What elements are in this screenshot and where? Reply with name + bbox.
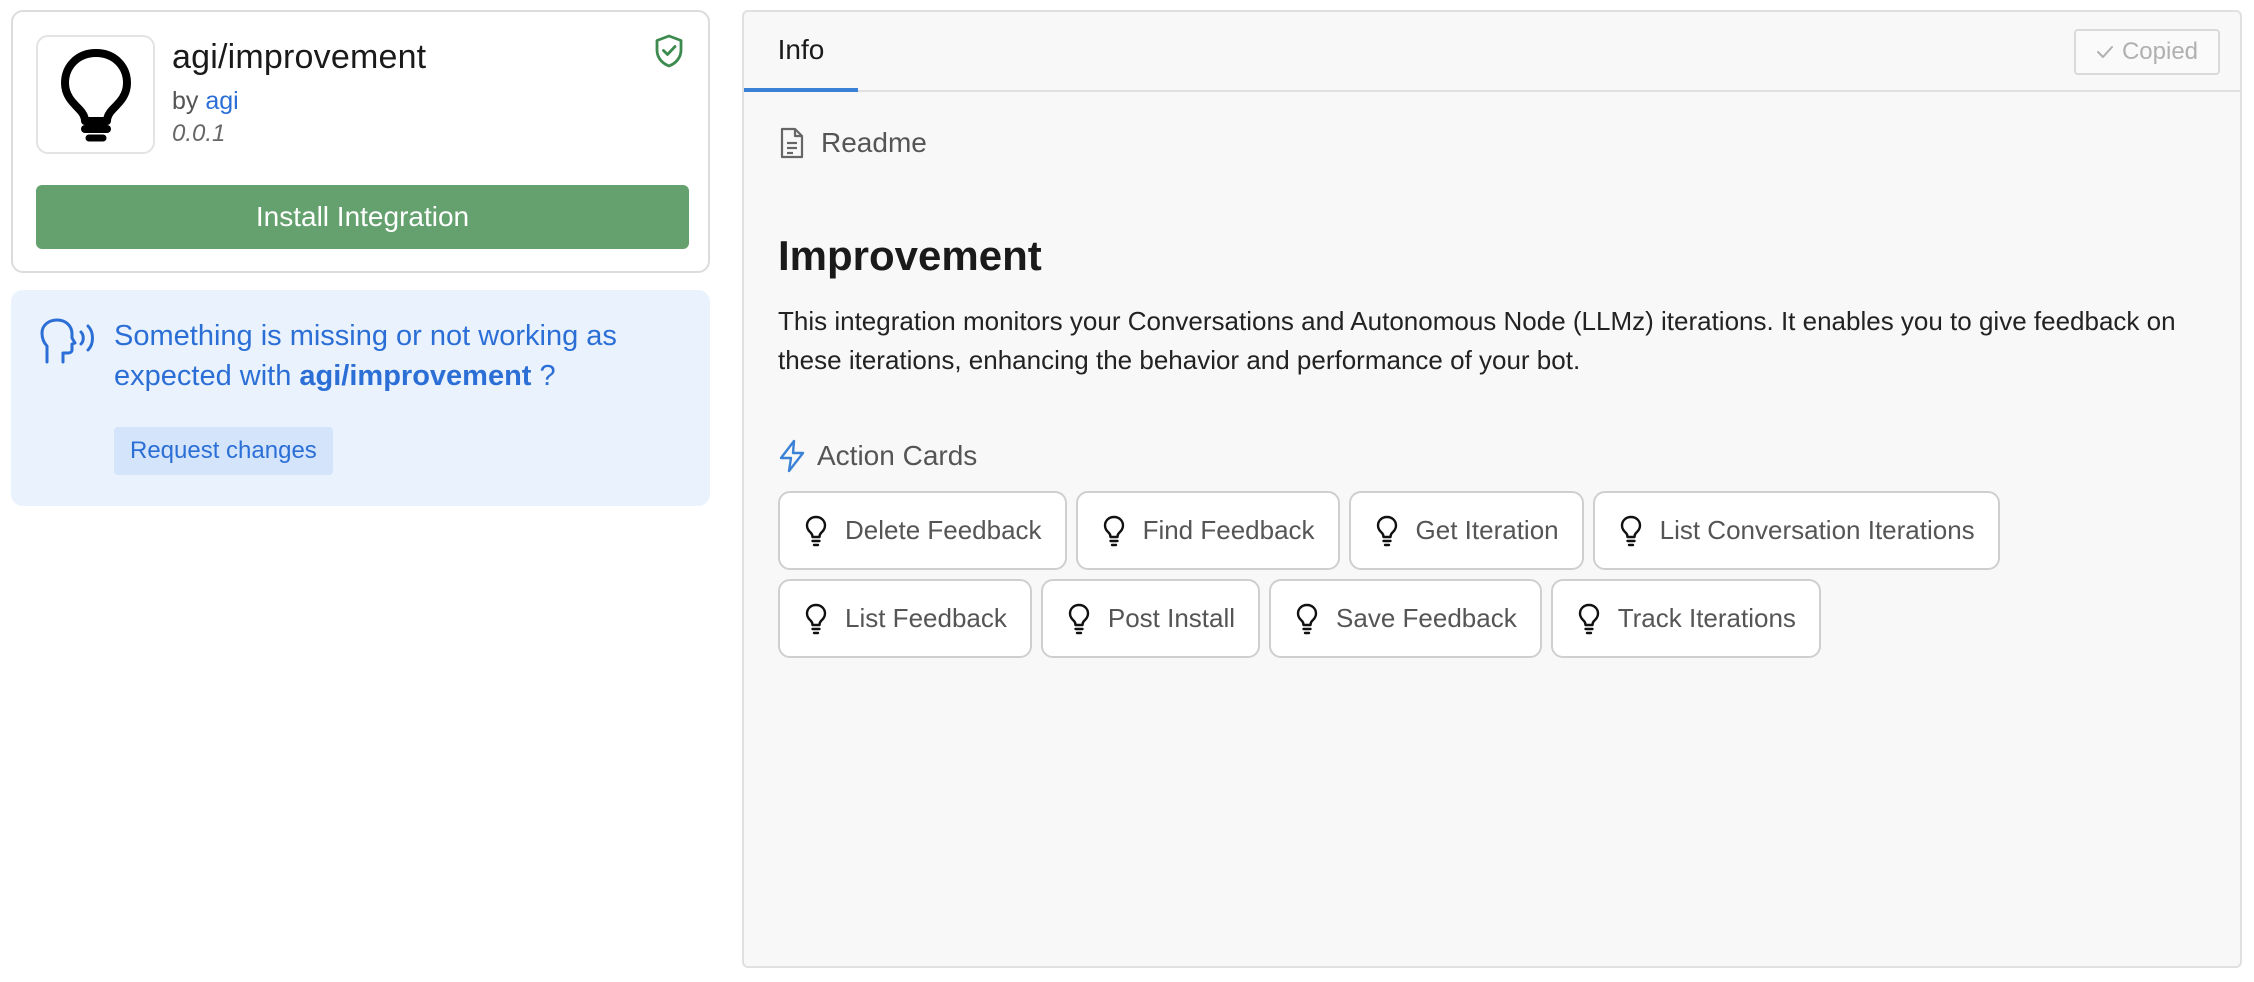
author-link[interactable]: agi — [205, 87, 238, 115]
readme-label: Readme — [821, 127, 927, 158]
action-card-list-conversation-iterations[interactable]: List Conversation Iterations — [1592, 491, 2000, 570]
lightbulb-icon — [1620, 515, 1641, 546]
integration-logo — [36, 35, 155, 154]
action-card-list-feedback[interactable]: List Feedback — [778, 579, 1032, 658]
integration-title: agi/improvement — [172, 38, 427, 76]
action-card-post-install[interactable]: Post Install — [1040, 579, 1261, 658]
tab-info[interactable]: Info — [744, 12, 858, 92]
lightbulb-icon — [805, 603, 827, 634]
lightbulb-icon — [1103, 515, 1124, 546]
feedback-text-after: ? — [539, 360, 556, 392]
action-card-label: Post Install — [1107, 603, 1236, 633]
lightbulb-icon — [60, 48, 131, 141]
shield-check-icon — [654, 34, 684, 73]
install-integration-button[interactable]: Install Integration — [36, 185, 689, 249]
feedback-integration-name: agi/improvement — [299, 360, 532, 392]
feedback-message: Something is missing or not working as e… — [114, 316, 674, 396]
lightbulb-icon — [1376, 515, 1397, 546]
lightbulb-icon — [1296, 603, 1318, 634]
action-card-label: Get Iteration — [1415, 515, 1559, 545]
action-cards-list: Delete Feedback Find Feedback Get Iterat… — [778, 491, 2078, 658]
lightbulb-icon — [1578, 603, 1599, 634]
request-changes-button[interactable]: Request changes — [114, 427, 333, 475]
action-card-label: List Conversation Iterations — [1659, 515, 1975, 545]
integration-byline: by agi — [172, 87, 239, 116]
readme-title: Improvement — [778, 232, 1042, 279]
lightbulb-icon — [805, 515, 827, 546]
readme-header: Readme — [779, 127, 927, 159]
action-card-find-feedback[interactable]: Find Feedback — [1075, 491, 1340, 570]
action-card-delete-feedback[interactable]: Delete Feedback — [778, 491, 1067, 570]
lightning-icon — [779, 439, 805, 473]
integration-version: 0.0.1 — [172, 120, 226, 147]
copied-label: Copied — [2121, 38, 2199, 65]
info-panel: Info Copied Readme Improvement This inte… — [742, 10, 2242, 968]
tab-bar: Info Copied — [744, 12, 2240, 92]
document-icon — [780, 127, 804, 159]
readme-description: This integration monitors your Conversat… — [778, 306, 2176, 375]
action-card-label: Track Iterations — [1617, 603, 1796, 633]
action-card-get-iteration[interactable]: Get Iteration — [1348, 491, 1584, 570]
feedback-callout: Something is missing or not working as e… — [11, 290, 710, 506]
action-card-label: Delete Feedback — [845, 515, 1042, 545]
action-card-track-iterations[interactable]: Track Iterations — [1550, 579, 1821, 658]
action-card-label: Save Feedback — [1336, 603, 1517, 633]
by-label: by — [172, 87, 199, 115]
left-column: agi/improvement by agi 0.0.1 Install Int… — [11, 10, 710, 506]
action-cards-label: Action Cards — [817, 440, 978, 471]
action-cards-heading: Action Cards — [777, 439, 977, 473]
speaking-head-icon — [39, 318, 101, 371]
check-icon — [2096, 46, 2113, 58]
integration-card: agi/improvement by agi 0.0.1 Install Int… — [11, 10, 710, 273]
action-card-save-feedback[interactable]: Save Feedback — [1269, 579, 1542, 658]
lightbulb-icon — [1068, 603, 1090, 634]
action-card-label: List Feedback — [845, 603, 1007, 633]
copied-button[interactable]: Copied — [2074, 29, 2220, 75]
action-card-label: Find Feedback — [1142, 515, 1315, 545]
